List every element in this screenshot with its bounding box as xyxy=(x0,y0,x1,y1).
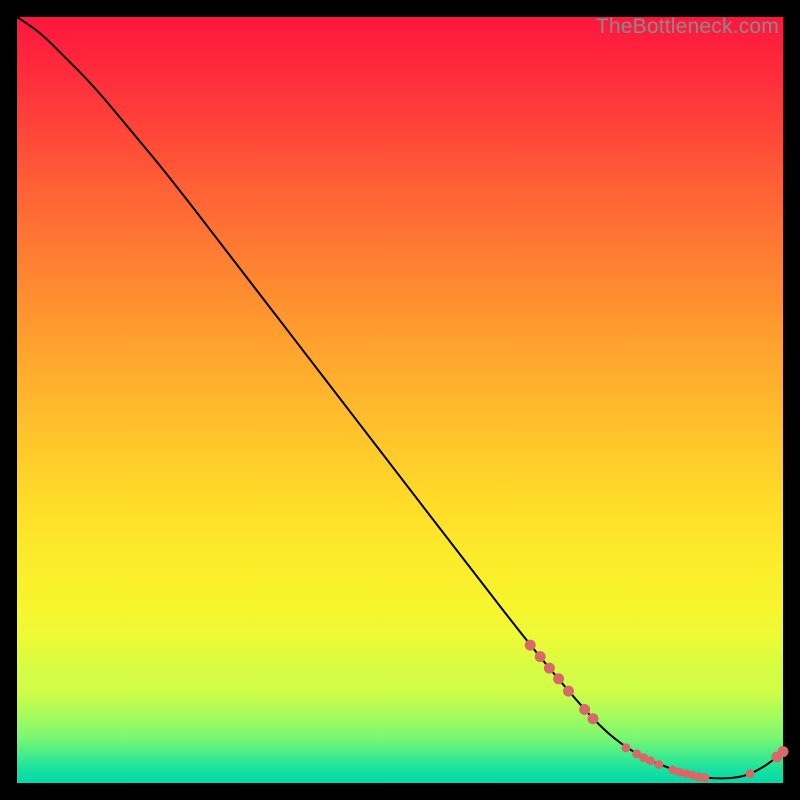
plot-area: TheBottleneck.com xyxy=(17,17,783,783)
highlight-point xyxy=(563,686,574,697)
highlight-point xyxy=(778,746,789,757)
highlight-point xyxy=(588,713,599,724)
highlight-point xyxy=(622,743,631,752)
highlight-point xyxy=(654,760,663,769)
highlight-point xyxy=(544,663,555,674)
highlight-points xyxy=(525,640,789,783)
highlight-point xyxy=(746,769,755,778)
highlight-point xyxy=(700,773,709,782)
curve-path xyxy=(17,17,783,778)
highlight-point xyxy=(525,640,536,651)
highlight-point xyxy=(553,673,564,684)
chart-svg xyxy=(17,17,783,783)
watermark-text: TheBottleneck.com xyxy=(596,15,779,39)
highlight-point xyxy=(646,756,655,765)
highlight-point xyxy=(535,651,546,662)
highlight-point xyxy=(579,704,590,715)
chart-stage: TheBottleneck.com xyxy=(0,0,800,800)
